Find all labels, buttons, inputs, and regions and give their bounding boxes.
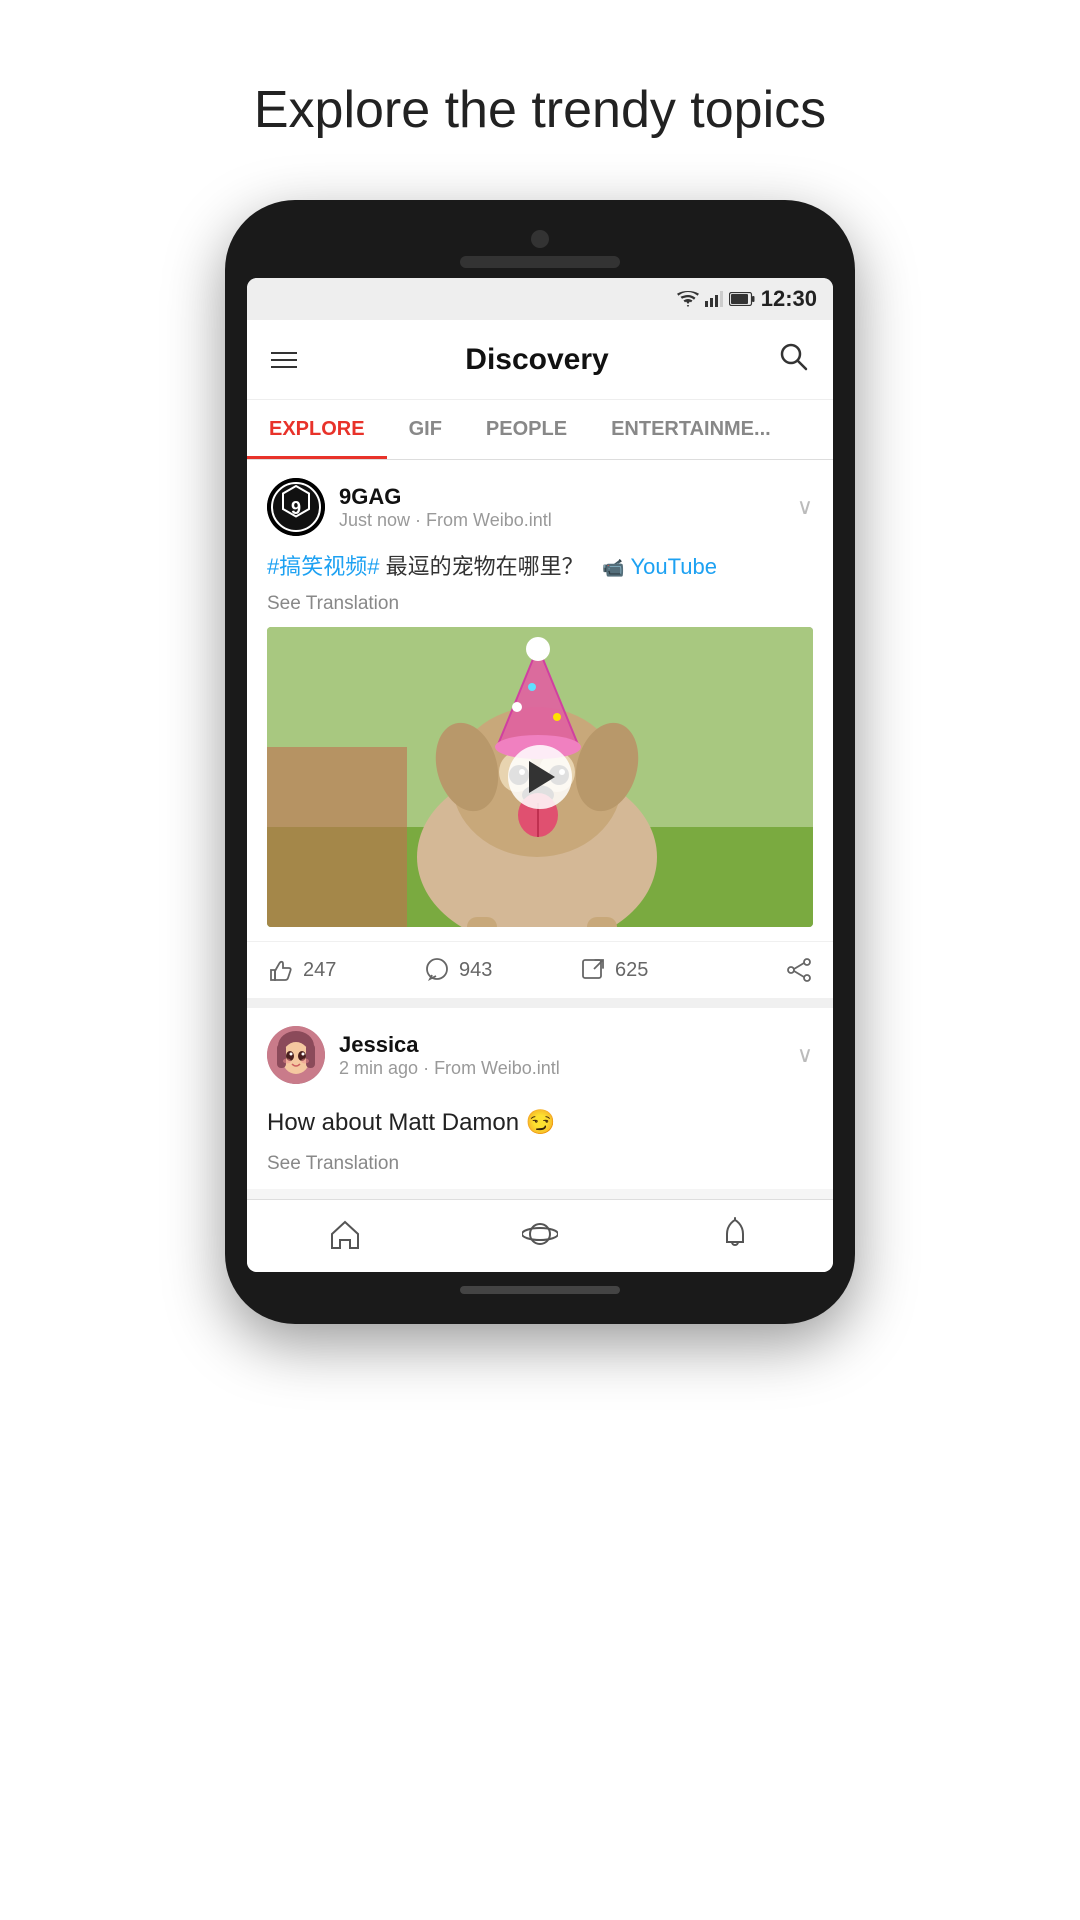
bell-icon	[717, 1216, 753, 1252]
avatar-jessica	[267, 1026, 325, 1084]
post-actions-9gag: 247 943	[247, 941, 833, 998]
like-icon	[267, 956, 295, 984]
post-time-9gag: Just now · From Weibo.intl	[339, 510, 552, 531]
phone-bottom	[247, 1286, 833, 1294]
post-text-9gag: #搞笑视频# 最逗的宠物在哪里？ 📹 YouTube	[267, 550, 813, 583]
tab-gif[interactable]: GIF	[387, 400, 464, 459]
repost-action[interactable]: 625	[579, 956, 735, 984]
play-triangle-icon	[529, 761, 555, 793]
post-content-9gag: #搞笑视频# 最逗的宠物在哪里？ 📹 YouTube See Translati…	[247, 550, 833, 941]
hamburger-line-1	[271, 352, 297, 354]
wifi-icon	[677, 291, 699, 307]
planet-icon	[522, 1216, 558, 1252]
hamburger-line-3	[271, 366, 297, 368]
comment-count: 943	[459, 959, 492, 982]
nav-notifications[interactable]	[717, 1216, 753, 1252]
post-text-jessica: How about Matt Damon 😏	[247, 1098, 833, 1153]
repost-count: 625	[615, 959, 648, 982]
app-title: Discovery	[465, 343, 608, 377]
phone-notch	[247, 230, 833, 268]
feed: 9 9GAG Just now · From Weibo.intl	[247, 460, 833, 1189]
like-action[interactable]: 247	[267, 956, 423, 984]
see-translation-9gag[interactable]: See Translation	[267, 593, 813, 615]
video-camera-icon: 📹	[602, 558, 624, 578]
tab-people[interactable]: PEOPLE	[464, 400, 589, 459]
comment-action[interactable]: 943	[423, 956, 579, 984]
youtube-link[interactable]: YouTube	[631, 554, 717, 579]
app-bar: Discovery	[247, 320, 833, 400]
status-bar: 12:30	[247, 278, 833, 320]
avatar-9gag: 9	[267, 478, 325, 536]
repost-icon	[579, 956, 607, 984]
post-header-9gag: 9 9GAG Just now · From Weibo.intl	[247, 460, 833, 550]
hamburger-line-2	[271, 359, 297, 361]
hamburger-menu[interactable]	[271, 352, 297, 368]
phone-frame: 12:30 Discovery EXPLORE	[225, 200, 855, 1324]
chevron-down-icon-jessica[interactable]: ∨	[797, 1042, 813, 1068]
post-header-jessica: Jessica 2 min ago · From Weibo.intl ∨	[247, 1008, 833, 1098]
signal-icon	[705, 291, 723, 307]
post-card-9gag: 9 9GAG Just now · From Weibo.intl	[247, 460, 833, 998]
post-header-left-jessica: Jessica 2 min ago · From Weibo.intl	[267, 1026, 560, 1084]
see-translation-jessica[interactable]: See Translation	[247, 1153, 833, 1189]
hashtag-9gag[interactable]: #搞笑视频#	[267, 554, 379, 579]
search-button[interactable]	[777, 340, 809, 379]
post-card-jessica: Jessica 2 min ago · From Weibo.intl ∨ Ho…	[247, 1008, 833, 1189]
comment-icon	[423, 956, 451, 984]
like-count: 247	[303, 959, 336, 982]
post-meta-9gag: 9GAG Just now · From Weibo.intl	[339, 484, 552, 531]
phone-screen: 12:30 Discovery EXPLORE	[247, 278, 833, 1272]
speaker-bar	[460, 256, 620, 268]
status-icons: 12:30	[677, 286, 817, 312]
nav-home[interactable]	[327, 1216, 363, 1252]
post-text-cn: 最逗的宠物在哪里？	[386, 554, 584, 579]
battery-icon	[729, 292, 755, 306]
share-action[interactable]	[735, 956, 813, 984]
tab-bar: EXPLORE GIF PEOPLE ENTERTAINME...	[247, 400, 833, 460]
video-thumbnail-9gag[interactable]	[267, 627, 813, 927]
status-time: 12:30	[761, 286, 817, 312]
nav-explore[interactable]	[522, 1216, 558, 1252]
tab-explore[interactable]: EXPLORE	[247, 400, 387, 459]
home-icon	[327, 1216, 363, 1252]
post-meta-jessica: Jessica 2 min ago · From Weibo.intl	[339, 1032, 560, 1079]
tab-entertainment[interactable]: ENTERTAINME...	[589, 400, 793, 459]
page-heading: Explore the trendy topics	[254, 80, 826, 140]
camera-dot	[531, 230, 549, 248]
share-icon	[785, 956, 813, 984]
chevron-down-icon-9gag[interactable]: ∨	[797, 494, 813, 520]
post-time-jessica: 2 min ago · From Weibo.intl	[339, 1058, 560, 1079]
post-header-left-9gag: 9 9GAG Just now · From Weibo.intl	[267, 478, 552, 536]
bottom-nav	[247, 1199, 833, 1272]
post-username-9gag: 9GAG	[339, 484, 552, 510]
play-button-9gag[interactable]	[508, 745, 572, 809]
post-username-jessica: Jessica	[339, 1032, 560, 1058]
home-indicator	[460, 1286, 620, 1294]
